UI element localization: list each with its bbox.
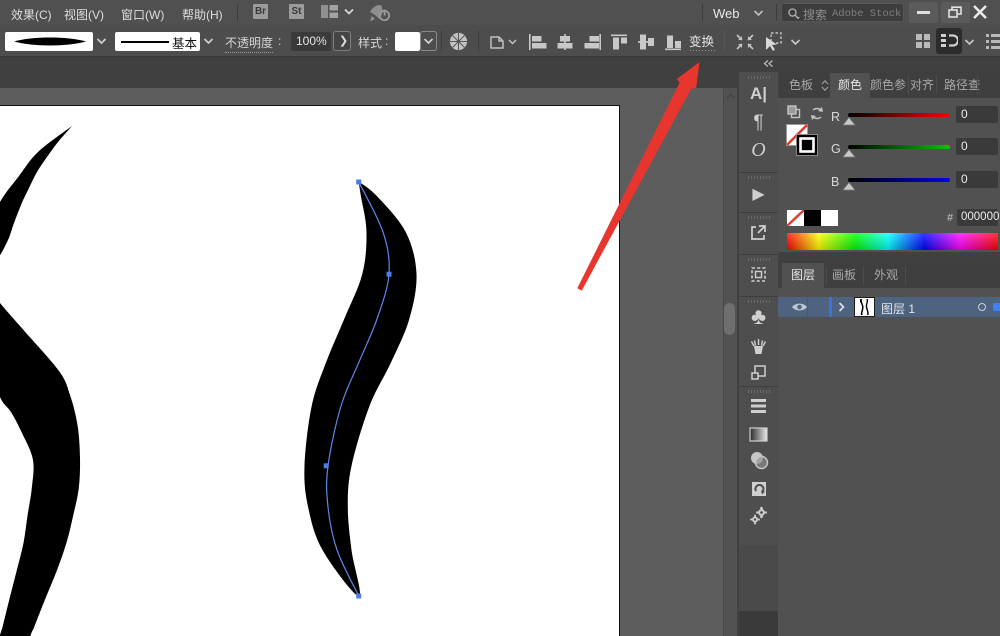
svg-text:变换: 变换 bbox=[689, 34, 715, 49]
